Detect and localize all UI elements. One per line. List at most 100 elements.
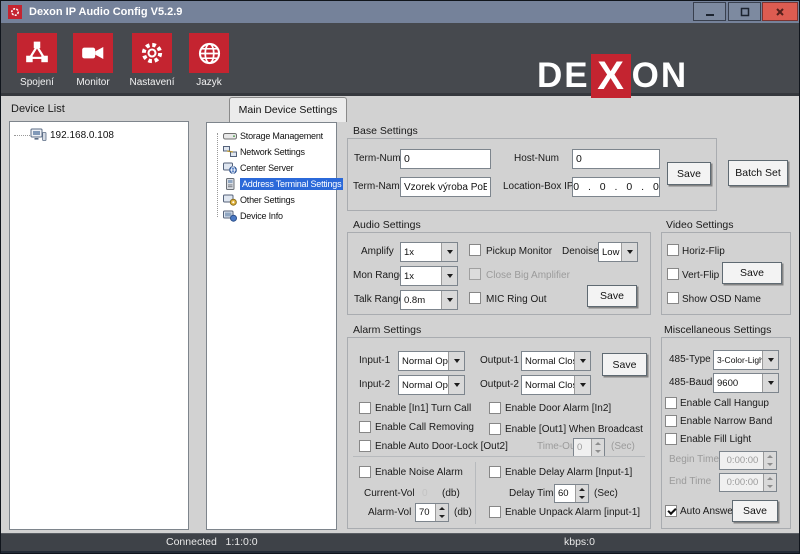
enable-auto-door-lock-checkbox[interactable]	[359, 440, 371, 452]
enable-noise-alarm-checkbox[interactable]	[359, 466, 371, 478]
enable-door-alarm-checkbox[interactable]	[489, 402, 501, 414]
denoise-combo[interactable]: Low	[598, 242, 638, 262]
location-box-ip-label: Location-Box IP	[503, 181, 574, 192]
talk-range-combo[interactable]: 0.8m	[400, 290, 458, 310]
pickup-monitor-label: Pickup Monitor	[486, 246, 552, 257]
chevron-down-icon[interactable]	[441, 291, 457, 309]
device-ip: 192.168.0.108	[50, 130, 114, 141]
spinner-down[interactable]	[576, 494, 588, 503]
toolbar-button-label: Spojení	[20, 77, 54, 88]
enable-unpack-alarm-checkbox[interactable]	[489, 506, 501, 518]
enable-door-alarm-label: Enable Door Alarm [In2]	[505, 403, 611, 414]
chevron-down-icon[interactable]	[762, 351, 778, 369]
input2-combo[interactable]: Normal Open	[398, 375, 465, 395]
location-box-ip-input[interactable]: 0 . 0 . 0 . 0	[572, 177, 660, 197]
toolbar-button-nastaveni[interactable]: Nastavení	[120, 33, 184, 88]
output2-combo[interactable]: Normal Close	[521, 375, 591, 395]
enable-call-removing-checkbox[interactable]	[359, 421, 371, 433]
mon-range-combo[interactable]: 1x	[400, 266, 458, 286]
misc-save-button[interactable]: Save	[732, 500, 778, 522]
485-baud-label: 485-Baud	[669, 377, 712, 388]
horiz-flip-checkbox[interactable]	[667, 244, 679, 256]
camera-icon	[73, 33, 113, 73]
toolbar-button-jazyk[interactable]: Jazyk	[177, 33, 241, 88]
spinner-up[interactable]	[436, 504, 448, 513]
video-save-button[interactable]: Save	[722, 262, 782, 284]
term-num-label: Term-Num	[354, 153, 401, 164]
tree-item-center-server[interactable]: Center Server	[223, 160, 293, 175]
tree-item-address-terminal-settings[interactable]: Address Terminal Settings	[223, 176, 343, 191]
current-vol-unit: (db)	[442, 488, 460, 499]
storage-icon	[223, 130, 237, 142]
show-osd-name-checkbox[interactable]	[667, 292, 679, 304]
pickup-monitor-checkbox[interactable]	[469, 244, 481, 256]
term-num-input[interactable]	[400, 149, 491, 169]
logo-text-post: ON	[632, 54, 689, 98]
enable-noise-alarm-label: Enable Noise Alarm	[375, 467, 463, 478]
status-bar: Connected 1:1:0:0 kbps:0	[1, 533, 799, 551]
chevron-down-icon[interactable]	[448, 376, 464, 394]
chevron-down-icon[interactable]	[574, 352, 590, 370]
maximize-button[interactable]	[728, 2, 761, 21]
enable-out1-broadcast-checkbox[interactable]	[489, 423, 501, 435]
chevron-down-icon[interactable]	[621, 243, 637, 261]
app-window: Dexon IP Audio Config V5.2.9 S	[0, 0, 800, 554]
mic-ring-out-checkbox[interactable]	[469, 292, 481, 304]
tab-main-device-settings[interactable]: Main Device Settings	[229, 97, 347, 122]
close-big-amplifier-label: Close Big Amplifier	[486, 270, 570, 281]
enable-fill-light-checkbox[interactable]	[665, 433, 677, 445]
computer-icon	[30, 128, 47, 142]
enable-call-hangup-checkbox[interactable]	[665, 397, 677, 409]
enable-in1-turn-call-checkbox[interactable]	[359, 402, 371, 414]
tree-item-network-settings[interactable]: Network Settings	[223, 144, 305, 159]
host-num-input[interactable]	[572, 149, 660, 169]
chevron-down-icon[interactable]	[441, 267, 457, 285]
enable-delay-alarm-checkbox[interactable]	[489, 466, 501, 478]
spinner-up[interactable]	[576, 485, 588, 494]
chevron-down-icon[interactable]	[762, 374, 778, 392]
alarm-vol-spinner[interactable]: 70	[415, 503, 449, 522]
delay-time-spinner[interactable]: 60	[554, 484, 589, 503]
tree-item-storage-management[interactable]: Storage Management	[223, 128, 323, 143]
app-icon	[8, 5, 22, 19]
tree-item-device-info[interactable]: Device Info	[223, 208, 283, 223]
close-button[interactable]	[762, 2, 798, 21]
enable-narrow-band-checkbox[interactable]	[665, 415, 677, 427]
output1-combo[interactable]: Normal Close	[521, 351, 591, 371]
tree-item-other-settings[interactable]: Other Settings	[223, 192, 295, 207]
current-vol-label: Current-Vol	[364, 488, 415, 499]
server-icon	[223, 162, 237, 174]
output2-label: Output-2	[480, 379, 519, 390]
device-list-item[interactable]: 192.168.0.108	[30, 127, 114, 143]
device-list-panel: 192.168.0.108	[9, 121, 189, 530]
title-bar: Dexon IP Audio Config V5.2.9	[1, 1, 799, 23]
base-settings-title: Base Settings	[353, 125, 418, 137]
amplify-combo[interactable]: 1x	[400, 242, 458, 262]
talk-range-label: Talk Range	[354, 294, 404, 305]
audio-save-button[interactable]: Save	[587, 285, 637, 307]
toolbar-button-monitor[interactable]: Monitor	[61, 33, 125, 88]
alarm-settings-title: Alarm Settings	[353, 324, 421, 336]
auto-answer-checkbox[interactable]	[665, 505, 677, 517]
network-settings-icon	[223, 146, 237, 158]
toolbar-button-spojeni[interactable]: Spojení	[5, 33, 69, 88]
window-title: Dexon IP Audio Config V5.2.9	[29, 1, 182, 23]
485-type-combo[interactable]: 3-Color-Light	[713, 350, 779, 370]
chevron-down-icon[interactable]	[441, 243, 457, 261]
term-name-input[interactable]	[400, 177, 491, 197]
batch-set-button[interactable]: Batch Set	[728, 160, 788, 186]
base-save-button[interactable]: Save	[667, 162, 711, 185]
begin-time-label: Begin Time	[669, 454, 719, 465]
485-baud-combo[interactable]: 9600	[713, 373, 779, 393]
spinner-down[interactable]	[436, 513, 448, 522]
chevron-down-icon[interactable]	[448, 352, 464, 370]
toolbar-button-label: Monitor	[76, 77, 109, 88]
alarm-save-button[interactable]: Save	[602, 353, 647, 376]
input1-combo[interactable]: Normal Open	[398, 351, 465, 371]
chevron-down-icon[interactable]	[574, 376, 590, 394]
vert-flip-checkbox[interactable]	[667, 268, 679, 280]
settings-tree-panel: Storage Management Network Settings	[206, 122, 337, 530]
minimize-button[interactable]	[693, 2, 726, 21]
device-list-title: Device List	[11, 103, 65, 115]
alarm-vol-unit: (db)	[454, 507, 472, 518]
